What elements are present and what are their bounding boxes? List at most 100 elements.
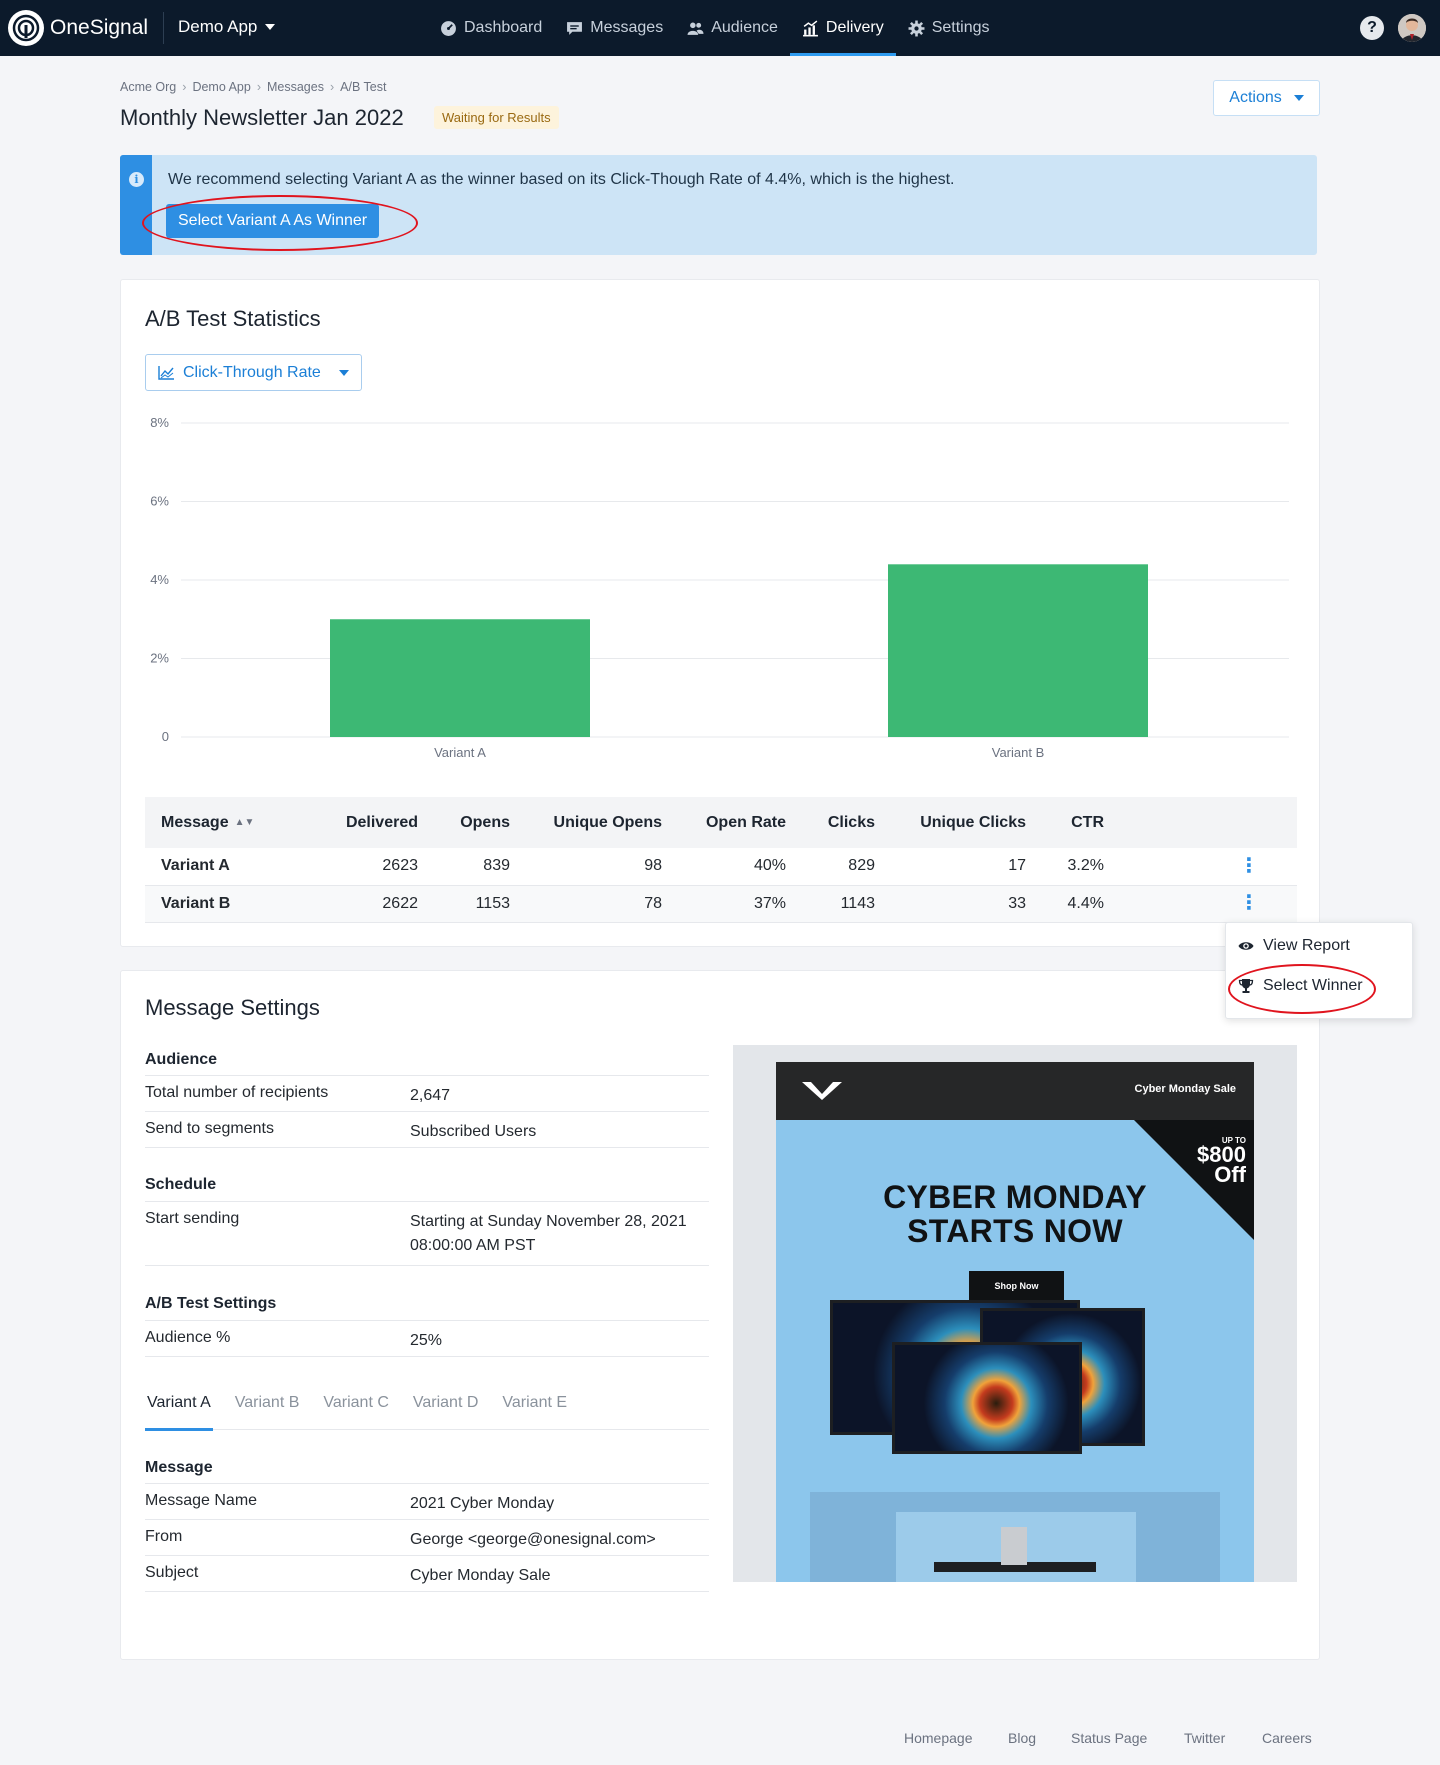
select-variant-winner-button[interactable]: Select Variant A As Winner [166,204,380,238]
column-header-delivered: Delivered [308,797,418,848]
tab-variant-e[interactable]: Variant E [500,1394,569,1430]
setting-key: Total number of recipients [145,1084,329,1101]
eye-icon [1238,942,1254,950]
metric-select[interactable]: Click-Through Rate [145,354,362,391]
cell-opens: 839 [418,848,510,886]
footer-link-homepage[interactable]: Homepage [904,1730,973,1746]
select-winner-menu-item[interactable]: Select Winner [1238,977,1363,995]
row-menu-icon[interactable]: ⋮ [1104,848,1297,886]
setting-value: Starting at Sunday November 28, 2021 08:0… [410,1210,687,1258]
message-settings-card: Message Settings Audience Total number o… [120,970,1320,1660]
banner-stripe [120,155,152,255]
section-title: A/B Test Statistics [145,306,321,331]
email-header: Cyber Monday Sale [776,1062,1254,1120]
footer-link-careers[interactable]: Careers [1262,1730,1312,1746]
stats-table: Message ▲▼ Delivered Opens Unique Opens O… [145,797,1297,923]
nav-item-settings[interactable]: Settings [896,0,1002,56]
cell-delivered: 2622 [308,885,418,923]
nav-label: Dashboard [464,19,543,36]
ab-settings-heading: A/B Test Settings [145,1295,277,1312]
ab-test-statistics-card: A/B Test Statistics Click-Through Rate 0… [120,279,1320,947]
subwoofer [1001,1527,1027,1565]
cell-delivered: 2623 [308,848,418,886]
setting-value: 2,647 [410,1087,451,1104]
column-header-unique-opens: Unique Opens [510,797,662,848]
messages-icon [567,21,583,35]
chevron-right-icon: › [256,80,261,94]
app-switcher[interactable]: Demo App [178,17,276,37]
bar-variant-b [888,564,1148,737]
y-tick-label: 4% [150,572,169,587]
avatar[interactable] [1398,14,1426,42]
column-header-message[interactable]: Message ▲▼ [145,797,308,848]
footer-link-twitter[interactable]: Twitter [1184,1730,1225,1746]
cell-ctr: 4.4% [1026,885,1104,923]
footer-link-status-page[interactable]: Status Page [1071,1730,1147,1746]
nav-item-delivery[interactable]: Delivery [789,0,896,56]
recommendation-banner: i We recommend selecting Variant A as th… [120,155,1317,255]
breadcrumb-item[interactable]: Demo App [192,80,250,94]
sort-icon[interactable]: ▲▼ [235,817,255,828]
logo-text: OneSignal [50,16,149,39]
footer-link-blog[interactable]: Blog [1008,1730,1036,1746]
column-header-ctr: CTR [1026,797,1104,848]
setting-row: Subject Cyber Monday Sale [145,1555,709,1591]
actions-button[interactable]: Actions [1213,80,1320,116]
menu-item-label: Select Winner [1263,977,1363,994]
setting-row: Message Name 2021 Cyber Monday [145,1483,709,1519]
row-menu-icon[interactable]: ⋮ [1104,885,1297,923]
nav-item-audience[interactable]: Audience [675,0,790,56]
setting-row: From George <george@onesignal.com> [145,1519,709,1555]
nav-divider [163,12,164,44]
column-header-open-rate: Open Rate [662,797,786,848]
table-row: Variant A 2623 839 98 40% 829 17 3.2% ⋮ [145,848,1297,886]
email-preview-content: Cyber Monday Sale UP TO $800 Off CYBER M… [776,1062,1254,1582]
view-report-menu-item[interactable]: View Report [1238,937,1350,955]
cell-unique-clicks: 33 [875,885,1026,923]
divider [145,1147,709,1148]
cell-clicks: 1143 [786,885,875,923]
setting-value: George <george@onesignal.com> [410,1531,656,1548]
setting-key: Send to segments [145,1120,274,1137]
tab-variant-b[interactable]: Variant B [233,1394,302,1430]
banner-text: We recommend selecting Variant A as the … [168,171,955,188]
cell-unique-clicks: 17 [875,848,1026,886]
cell-opens: 1153 [418,885,510,923]
cell-message[interactable]: Variant A [145,848,308,886]
divider [145,1591,709,1592]
setting-row: Audience % 25% [145,1320,709,1356]
breadcrumb-item[interactable]: A/B Test [340,80,386,94]
setting-value: 2021 Cyber Monday [410,1495,555,1512]
tv-image [892,1342,1082,1454]
schedule-time: 08:00:00 AM PST [410,1237,536,1254]
cell-message[interactable]: Variant B [145,885,308,923]
nav-item-messages[interactable]: Messages [554,0,675,56]
divider [145,1265,709,1266]
nav-label: Audience [711,19,778,36]
section-title: Message Settings [145,995,320,1020]
setting-key: From [145,1528,183,1545]
app-name: Demo App [178,17,258,36]
y-tick-label: 0 [162,729,169,744]
delivery-icon [802,19,818,36]
setting-value: Cyber Monday Sale [410,1567,551,1584]
metric-select-value: Click-Through Rate [183,363,321,381]
breadcrumb-item[interactable]: Acme Org [120,80,176,94]
setting-value: 25% [410,1332,443,1349]
onesignal-logo-icon [8,10,44,46]
info-icon: i [129,172,144,187]
onesignal-logo[interactable]: OneSignal [8,10,148,46]
tab-variant-d[interactable]: Variant D [411,1394,481,1430]
cell-open-rate: 40% [662,848,786,886]
y-tick-label: 8% [150,415,169,430]
chevron-right-icon: › [182,80,187,94]
breadcrumb-item[interactable]: Messages [267,80,324,94]
column-header-opens: Opens [418,797,510,848]
table-header-row: Message ▲▼ Delivered Opens Unique Opens O… [145,797,1297,848]
help-icon[interactable]: ? [1360,16,1384,40]
actions-label: Actions [1229,89,1282,106]
tab-variant-c[interactable]: Variant C [321,1394,391,1430]
tab-variant-a[interactable]: Variant A [145,1394,213,1431]
status-badge: Waiting for Results [434,106,559,129]
nav-item-dashboard[interactable]: Dashboard [428,0,554,56]
